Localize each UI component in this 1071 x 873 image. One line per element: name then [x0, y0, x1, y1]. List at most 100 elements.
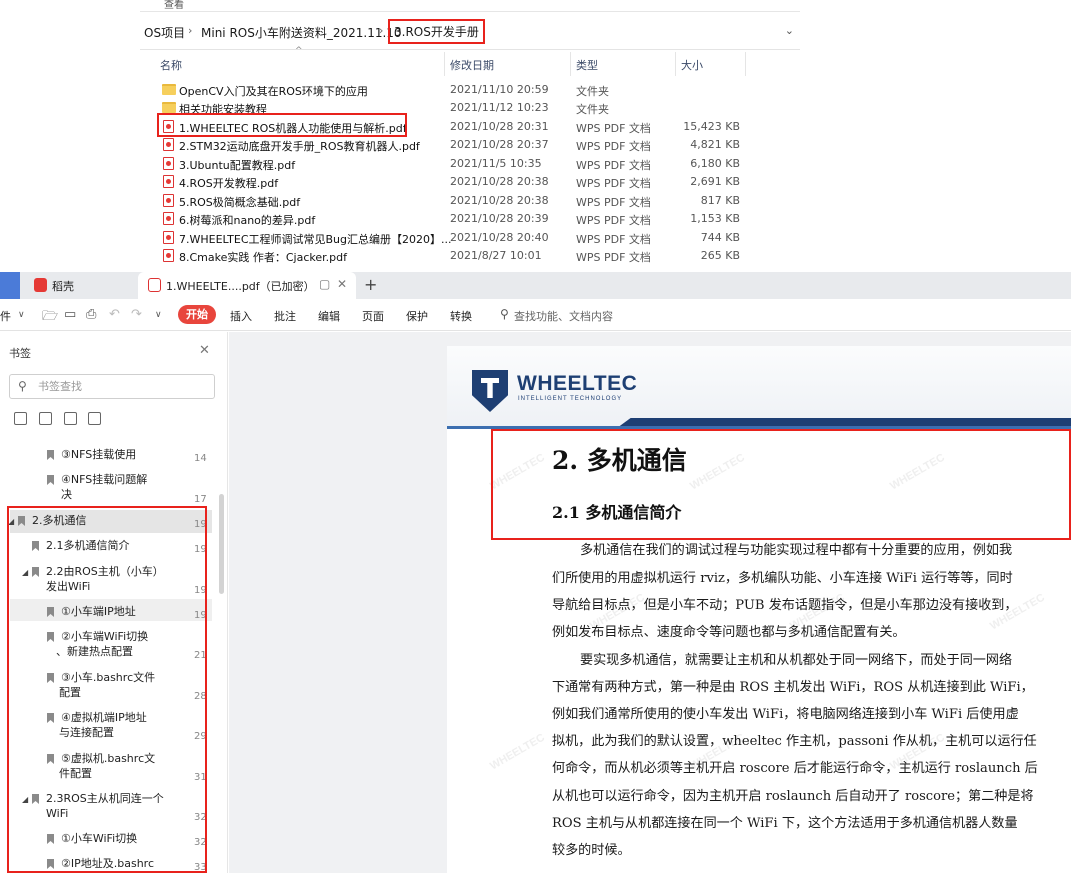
expand-all-icon[interactable]: [14, 412, 27, 425]
bookmark-scrollbar[interactable]: [219, 494, 224, 594]
breadcrumb-separator-icon: ›: [188, 24, 193, 37]
column-type[interactable]: 类型: [576, 57, 598, 73]
file-size: 265 KB: [700, 249, 740, 262]
tab-insert[interactable]: 插入: [230, 308, 252, 324]
file-row[interactable]: 5.ROS极简概念基础.pdf 2021/10/28 20:38 WPS PDF…: [155, 192, 755, 210]
tab-start[interactable]: 开始: [178, 305, 216, 324]
file-size: 744 KB: [700, 231, 740, 244]
home-tab[interactable]: [0, 272, 20, 299]
column-divider[interactable]: [444, 52, 445, 76]
tab-page[interactable]: 页面: [362, 308, 384, 324]
folder-icon: [162, 102, 176, 113]
file-highlight-box: [157, 113, 407, 137]
column-divider[interactable]: [745, 52, 746, 76]
body-line: 例如我们通常所使用的使小车发出 WiFi，将电脑网络连接到小车 WiFi 后使用…: [552, 707, 1019, 722]
file-date: 2021/10/28 20:39: [450, 212, 549, 225]
chevron-down-icon[interactable]: ∨: [18, 310, 25, 320]
file-row[interactable]: 8.Cmake实践 作者：Cjacker.pdf 2021/8/27 10:01…: [155, 247, 755, 265]
view-menu[interactable]: 查看: [164, 0, 184, 11]
file-type: WPS PDF 文档: [576, 196, 651, 209]
file-size: 6,180 KB: [690, 157, 740, 170]
breadcrumb-current-folder[interactable]: 3.ROS开发手册: [388, 19, 485, 44]
file-row[interactable]: 3.Ubuntu配置教程.pdf 2021/11/5 10:35 WPS PDF…: [155, 155, 755, 173]
bookmark-page: 14: [194, 453, 207, 464]
column-name[interactable]: 名称: [160, 57, 182, 73]
body-line: 拟机，此为我们的默认设置，wheeltec 作主机，passoni 作从机，主机…: [552, 734, 1037, 749]
watermark: WHEELTEC: [488, 731, 547, 773]
breadcrumb-mini-ros[interactable]: Mini ROS小车附送资料_2021.11.10: [201, 24, 402, 41]
new-tab-button[interactable]: +: [364, 275, 377, 294]
bookmark-search[interactable]: ⚲: [9, 374, 215, 399]
feature-search[interactable]: 查找功能、文档内容: [514, 308, 613, 324]
tab-current-pdf[interactable]: 1.WHEELTE....pdf（已加密） ▢ ✕: [138, 272, 356, 299]
tab-daoke[interactable]: 稻壳: [24, 272, 134, 299]
tab-protect[interactable]: 保护: [406, 308, 428, 324]
chevron-down-icon[interactable]: ∨: [155, 310, 162, 320]
file-type: WPS PDF 文档: [576, 140, 651, 153]
brand-tagline: INTELLIGENT TECHNOLOGY: [518, 396, 623, 402]
chevron-down-icon[interactable]: ⌄: [785, 24, 794, 37]
file-date: 2021/11/12 10:23: [450, 101, 549, 114]
undo-icon[interactable]: ↶: [109, 307, 120, 322]
tab-label: 1.WHEELTE....pdf（已加密）: [166, 280, 315, 293]
file-type: 文件夹: [576, 85, 609, 98]
file-type: WPS PDF 文档: [576, 214, 651, 227]
document-page[interactable]: WHEELTEC WHEELTEC WHEELTEC WHEELTEC WHEE…: [447, 346, 1071, 873]
tab-edit[interactable]: 编辑: [318, 308, 340, 324]
file-row[interactable]: 4.ROS开发教程.pdf 2021/10/28 20:38 WPS PDF 文…: [155, 173, 755, 191]
bookmark-page: 17: [194, 494, 207, 505]
wheeltec-logo-icon: [472, 370, 508, 412]
file-name: OpenCV入门及其在ROS环境下的应用: [179, 85, 368, 98]
file-row[interactable]: 7.WHEELTEC工程师调试常见Bug汇总编册【2020】... 2021/1…: [155, 229, 755, 247]
print-icon[interactable]: ⎙: [86, 307, 96, 322]
collapse-all-icon[interactable]: [39, 412, 52, 425]
pin-icon[interactable]: ▢: [319, 277, 330, 291]
search-icon[interactable]: ⚲: [500, 307, 509, 321]
file-row[interactable]: OpenCV入门及其在ROS环境下的应用 2021/11/10 20:59 文件…: [155, 81, 755, 99]
tab-convert[interactable]: 转换: [450, 308, 472, 324]
bookmark-flag-icon: [47, 475, 54, 485]
body-line: 多机通信在我们的调试过程与功能实现过程中都有十分重要的应用，例如我: [580, 543, 1013, 558]
column-divider[interactable]: [570, 52, 571, 76]
document-header: WHEELTEC INTELLIGENT TECHNOLOGY: [447, 346, 1071, 429]
column-size[interactable]: 大小: [681, 57, 703, 73]
address-bar[interactable]: OS项目 › Mini ROS小车附送资料_2021.11.10 › 3.ROS…: [140, 14, 800, 50]
open-folder-icon[interactable]: 🗁: [42, 307, 58, 329]
sort-ascending-icon: ^: [295, 46, 303, 56]
close-icon[interactable]: ✕: [337, 277, 347, 291]
file-date: 2021/10/28 20:31: [450, 120, 549, 133]
file-name: 7.WHEELTEC工程师调试常见Bug汇总编册【2020】...: [179, 233, 452, 246]
pdf-icon: [163, 138, 174, 151]
body-line: 何命令，而从机必须等主机开启 roscore 后才能运行命令，主机运行 rosl…: [552, 761, 1038, 776]
close-icon[interactable]: ✕: [199, 343, 210, 358]
file-name: 6.树莓派和nano的差异.pdf: [179, 214, 316, 227]
add-bookmark-icon[interactable]: [64, 412, 77, 425]
toolbar: 件 ∨ 🗁 ▭ ⎙ ↶ ↷ ∨ 开始 插入 批注 编辑 页面 保护 转换 ⚲ 查…: [0, 299, 1071, 331]
file-type: WPS PDF 文档: [576, 159, 651, 172]
tab-bar: 稻壳 1.WHEELTE....pdf（已加密） ▢ ✕ +: [0, 272, 1071, 299]
bookmark-icon[interactable]: [88, 412, 101, 425]
file-row[interactable]: 2.STM32运动底盘开发手册_ROS教育机器人.pdf 2021/10/28 …: [155, 136, 755, 154]
pdf-icon: [163, 157, 174, 170]
bookmark-panel-title: 书签: [9, 347, 31, 360]
save-icon[interactable]: ▭: [64, 307, 76, 322]
brand-name: WHEELTEC: [517, 372, 638, 395]
pdf-icon: [163, 249, 174, 262]
column-date[interactable]: 修改日期: [450, 57, 494, 73]
tab-annotate[interactable]: 批注: [274, 308, 296, 324]
column-divider[interactable]: [675, 52, 676, 76]
pdf-icon: [163, 212, 174, 225]
file-name: 2.STM32运动底盘开发手册_ROS教育机器人.pdf: [179, 140, 420, 153]
pdf-icon: [148, 278, 161, 292]
explorer-menu-strip: 查看: [140, 0, 800, 12]
body-line: 要实现多机通信，就需要让主机和从机都处于同一网络下，而处于同一网络: [580, 653, 1013, 668]
search-icon: ⚲: [18, 379, 27, 393]
file-row[interactable]: 6.树莓派和nano的差异.pdf 2021/10/28 20:39 WPS P…: [155, 210, 755, 228]
file-menu[interactable]: 件: [0, 308, 11, 324]
bookmark-flag-icon: [47, 450, 54, 460]
pdf-icon: [163, 175, 174, 188]
bookmark-search-input[interactable]: [38, 378, 208, 395]
redo-icon[interactable]: ↷: [131, 307, 142, 322]
breadcrumb-os-project[interactable]: OS项目: [144, 24, 185, 41]
pdf-icon: [163, 231, 174, 244]
